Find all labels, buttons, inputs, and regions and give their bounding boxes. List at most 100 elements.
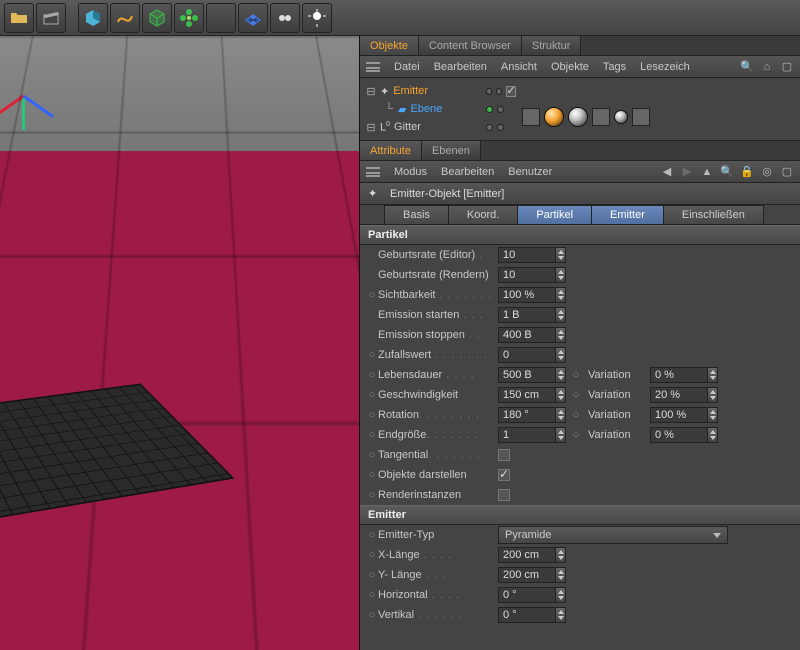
render-dot[interactable] — [497, 124, 504, 131]
input-y-laenge[interactable] — [498, 567, 556, 583]
menu-tags[interactable]: Tags — [603, 61, 626, 73]
checkbox-objekte-darstellen[interactable] — [498, 469, 510, 481]
burger-icon[interactable] — [366, 62, 380, 72]
spinner[interactable] — [556, 367, 566, 383]
spinner[interactable] — [556, 347, 566, 363]
spinner[interactable] — [708, 367, 718, 383]
input-geschwindigkeit-var[interactable] — [650, 387, 708, 403]
subtab-basis[interactable]: Basis — [384, 205, 449, 224]
burger-icon[interactable] — [366, 167, 380, 177]
visibility-dot[interactable] — [486, 88, 492, 95]
tool-deformer-icon[interactable] — [206, 3, 236, 33]
tool-cube-icon[interactable] — [78, 3, 108, 33]
input-x-laenge[interactable] — [498, 547, 556, 563]
tool-folder-icon[interactable] — [4, 3, 34, 33]
input-rotation[interactable] — [498, 407, 556, 423]
input-horizontal[interactable] — [498, 587, 556, 603]
tag-icon[interactable] — [522, 108, 540, 126]
material-ball-icon[interactable] — [614, 110, 628, 124]
spinner[interactable] — [556, 427, 566, 443]
nav-up-icon[interactable]: ▲ — [700, 165, 714, 179]
render-dot[interactable] — [497, 106, 504, 113]
tool-light-icon[interactable] — [302, 3, 332, 33]
render-dot[interactable] — [496, 88, 502, 95]
menu-lesezeichen[interactable]: Lesezeich — [640, 61, 690, 73]
tag-icon[interactable] — [632, 108, 650, 126]
tab-content-browser[interactable]: Content Browser — [419, 36, 522, 55]
input-lebensdauer[interactable] — [498, 367, 556, 383]
tool-clapper-icon[interactable] — [36, 3, 66, 33]
lock-icon[interactable]: 🔒 — [740, 165, 754, 179]
visibility-dot[interactable] — [486, 124, 493, 131]
spinner[interactable] — [556, 607, 566, 623]
popout-icon[interactable]: ▢ — [780, 60, 794, 74]
spinner[interactable] — [708, 387, 718, 403]
menu-bearbeiten[interactable]: Bearbeiten — [434, 61, 487, 73]
menu-datei[interactable]: Datei — [394, 61, 420, 73]
search-icon[interactable]: 🔍 — [720, 165, 734, 179]
tree-label-ebene[interactable]: Ebene — [410, 103, 442, 115]
spinner[interactable] — [556, 247, 566, 263]
checkbox-tangential[interactable] — [498, 449, 510, 461]
nav-back-icon[interactable]: ◀ — [660, 165, 674, 179]
menu-benutzer[interactable]: Benutzer — [508, 166, 552, 178]
input-geburtsrate-rendern[interactable] — [498, 267, 556, 283]
input-geburtsrate-editor[interactable] — [498, 247, 556, 263]
input-emission-stoppen[interactable] — [498, 327, 556, 343]
tree-row-ebene[interactable]: └ ▰ Ebene — [366, 100, 486, 118]
tree-label-gitter[interactable]: Gitter — [394, 121, 421, 133]
input-endgroesse-var[interactable] — [650, 427, 708, 443]
spinner[interactable] — [708, 427, 718, 443]
subtab-emitter[interactable]: Emitter — [591, 205, 664, 224]
tree-row-gitter[interactable]: ⊟ L0 Gitter — [366, 118, 486, 136]
input-sichtbarkeit[interactable] — [498, 287, 556, 303]
tab-ebenen[interactable]: Ebenen — [422, 141, 481, 160]
spinner[interactable] — [556, 327, 566, 343]
material-ball-icon[interactable] — [544, 107, 564, 127]
tool-camera-icon[interactable] — [270, 3, 300, 33]
settings-icon[interactable]: ◎ — [760, 165, 774, 179]
tree-row-emitter[interactable]: ⊟ ✦ Emitter — [366, 82, 486, 100]
menu-objekte[interactable]: Objekte — [551, 61, 589, 73]
tag-icon[interactable] — [592, 108, 610, 126]
tab-objekte[interactable]: Objekte — [360, 36, 419, 55]
popout-icon[interactable]: ▢ — [780, 165, 794, 179]
input-geschwindigkeit[interactable] — [498, 387, 556, 403]
spinner[interactable] — [708, 407, 718, 423]
spinner[interactable] — [556, 287, 566, 303]
checkbox-renderinstanzen[interactable] — [498, 489, 510, 501]
menu-bearbeiten[interactable]: Bearbeiten — [441, 166, 494, 178]
spinner[interactable] — [556, 547, 566, 563]
home-icon[interactable]: ⌂ — [760, 60, 774, 74]
tool-floor-icon[interactable] — [238, 3, 268, 33]
expand-icon[interactable]: ⊟ — [366, 85, 376, 98]
input-rotation-var[interactable] — [650, 407, 708, 423]
menu-modus[interactable]: Modus — [394, 166, 427, 178]
spinner[interactable] — [556, 407, 566, 423]
subtab-partikel[interactable]: Partikel — [517, 205, 592, 224]
input-endgroesse[interactable] — [498, 427, 556, 443]
tab-attribute[interactable]: Attribute — [360, 141, 422, 160]
search-icon[interactable]: 🔍 — [740, 60, 754, 74]
tab-struktur[interactable]: Struktur — [522, 36, 582, 55]
material-ball-icon[interactable] — [568, 107, 588, 127]
enable-checkbox[interactable] — [506, 86, 516, 97]
nav-fwd-icon[interactable]: ▶ — [680, 165, 694, 179]
input-lebensdauer-var[interactable] — [650, 367, 708, 383]
tree-label-emitter[interactable]: Emitter — [393, 85, 428, 97]
tool-spline-icon[interactable] — [110, 3, 140, 33]
dropdown-emitter-typ[interactable]: Pyramide — [498, 526, 728, 544]
spinner[interactable] — [556, 267, 566, 283]
visibility-dot[interactable] — [486, 106, 493, 113]
tool-nurbs-icon[interactable] — [142, 3, 172, 33]
input-vertikal[interactable] — [498, 607, 556, 623]
spinner[interactable] — [556, 587, 566, 603]
viewport-3d[interactable] — [0, 36, 360, 650]
subtab-koord[interactable]: Koord. — [448, 205, 518, 224]
input-emission-starten[interactable] — [498, 307, 556, 323]
menu-ansicht[interactable]: Ansicht — [501, 61, 537, 73]
input-zufallswert[interactable] — [498, 347, 556, 363]
spinner[interactable] — [556, 387, 566, 403]
expand-icon[interactable]: ⊟ — [366, 121, 376, 134]
tool-flower-icon[interactable] — [174, 3, 204, 33]
